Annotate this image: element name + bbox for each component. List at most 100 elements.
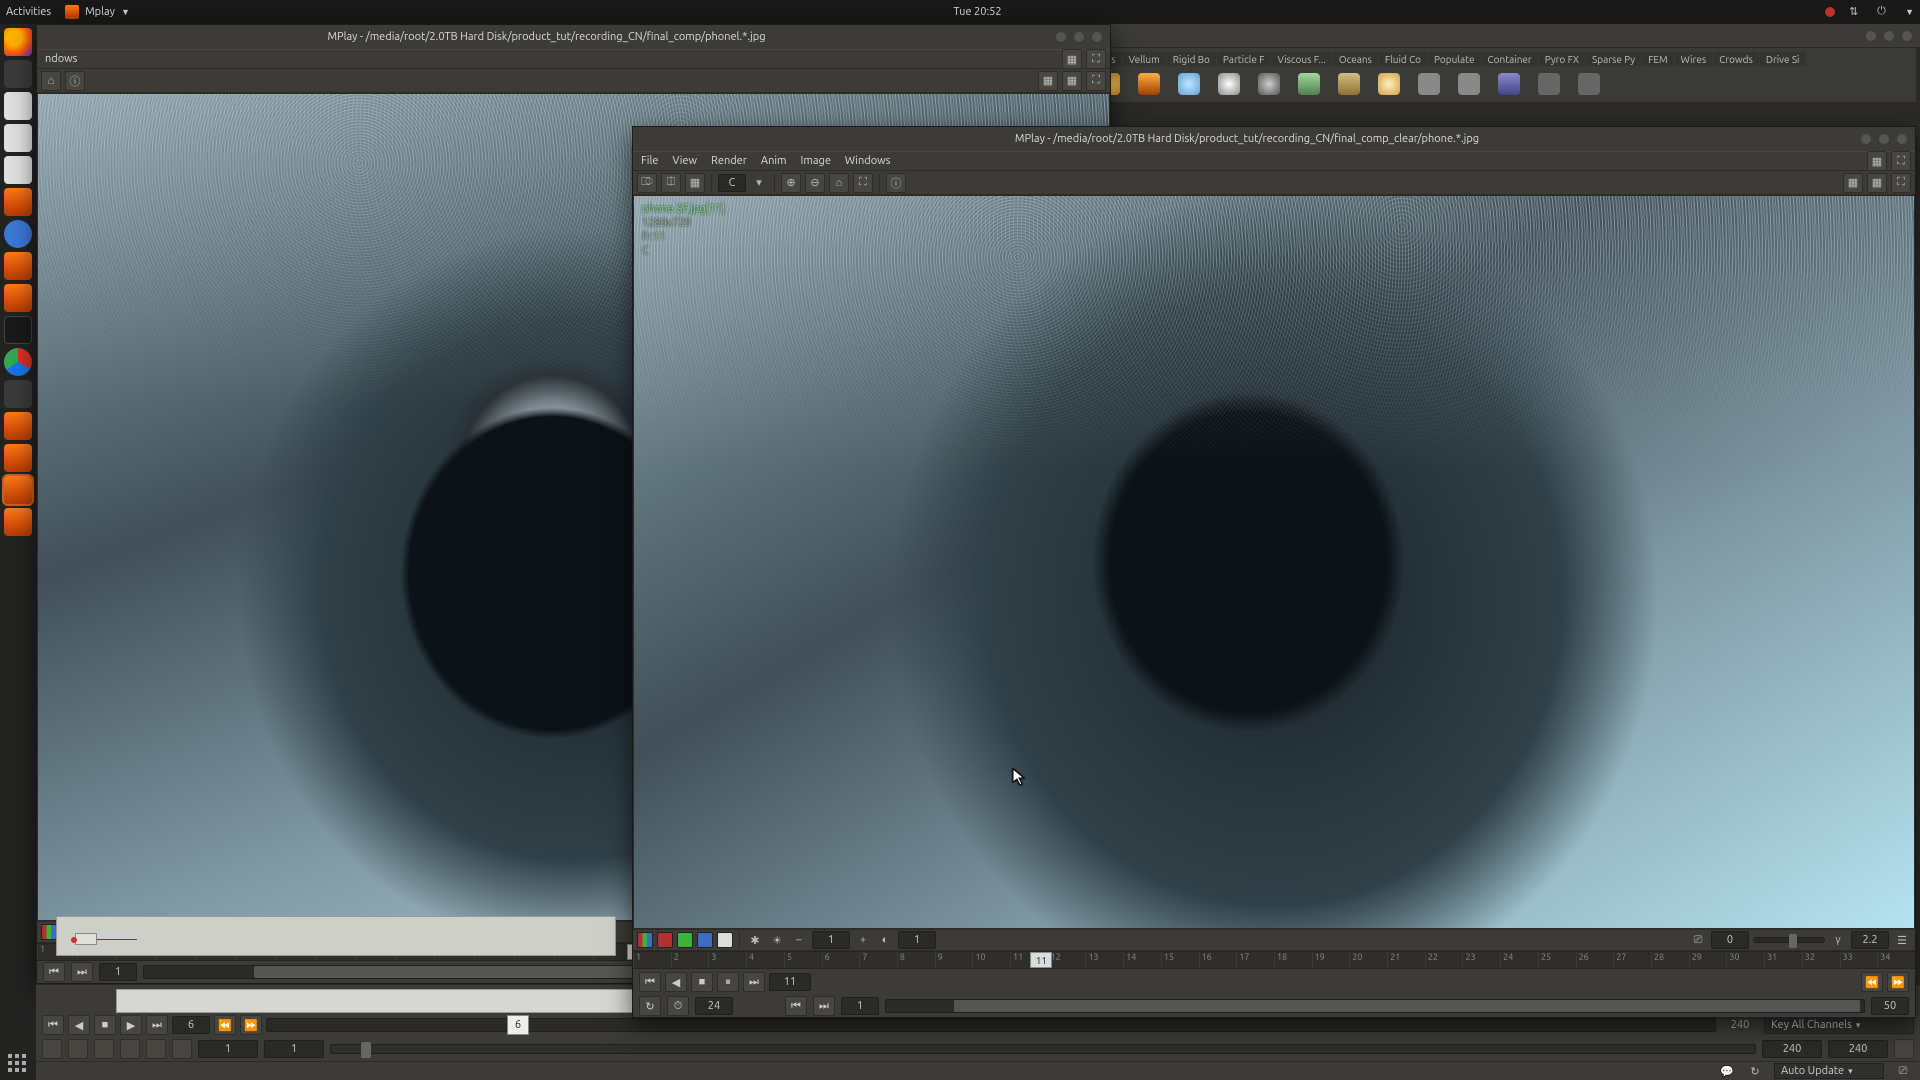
zoom-button[interactable]: ⊖ xyxy=(805,173,825,193)
menu-windows[interactable]: ndows xyxy=(45,53,77,65)
shelf-tab[interactable]: Fluid Co xyxy=(1379,52,1427,66)
sequence-button[interactable]: ⎄ xyxy=(637,173,657,193)
range-end-button[interactable]: ⏭ xyxy=(813,996,835,1016)
dock-app[interactable] xyxy=(4,188,32,216)
shelf-tab[interactable]: Wires xyxy=(1675,52,1713,66)
shelf-tab[interactable]: Particle F xyxy=(1217,52,1271,66)
menu-image[interactable]: Image xyxy=(801,155,831,167)
play-button[interactable]: ▶ xyxy=(120,1015,142,1035)
display-gamma-field[interactable]: 2.2 xyxy=(1851,931,1889,949)
info-button[interactable]: ⓘ xyxy=(886,173,906,193)
menu-file[interactable]: File xyxy=(641,155,658,167)
lut-slider[interactable] xyxy=(1753,937,1825,943)
realtime-button[interactable]: ⏱ xyxy=(667,996,689,1016)
play-reverse-button[interactable]: ◀ xyxy=(68,1015,90,1035)
timeline-marker[interactable]: 6 xyxy=(507,1015,529,1035)
dock-houdini[interactable] xyxy=(4,444,32,472)
window-titlebar[interactable]: MPlay - /media/root/2.0TB Hard Disk/prod… xyxy=(633,127,1915,151)
plus-icon[interactable]: + xyxy=(854,931,872,949)
options-button[interactable] xyxy=(146,1039,166,1059)
home-button[interactable]: ⌂ xyxy=(41,71,61,91)
dock-firefox[interactable] xyxy=(4,28,32,56)
dock-help[interactable] xyxy=(4,220,32,248)
range-start-button[interactable]: ⏮ xyxy=(785,996,807,1016)
key-channels-dropdown[interactable]: Key All Channels xyxy=(1764,1016,1914,1034)
clock[interactable]: Tue 20:52 xyxy=(130,6,1825,18)
lut-field[interactable]: 0 xyxy=(1711,931,1749,949)
frame-ruler[interactable]: 1234567891011121314151617181920212223242… xyxy=(633,951,1915,969)
step-forward-button[interactable]: ⏩ xyxy=(1887,972,1909,992)
range-slider[interactable] xyxy=(330,1044,1756,1054)
shelf-tab[interactable]: Oceans xyxy=(1333,52,1378,66)
channel-alpha-button[interactable] xyxy=(717,932,733,948)
range-start-field[interactable]: 1 xyxy=(198,1040,258,1058)
dock-text-editor[interactable] xyxy=(4,156,32,184)
fullscreen-button[interactable]: ⛶ xyxy=(1086,71,1106,91)
layout-button[interactable]: ▦ xyxy=(1062,49,1082,69)
options-button[interactable] xyxy=(42,1039,62,1059)
frame-marker[interactable]: 11 xyxy=(1030,952,1052,968)
dock-app[interactable] xyxy=(4,92,32,120)
step-back-button[interactable]: ⏪ xyxy=(1861,972,1883,992)
color-correction-button[interactable]: ▦ xyxy=(1038,71,1058,91)
shelf-tab[interactable]: Pyro FX xyxy=(1539,52,1585,66)
range-end-field[interactable]: 240 xyxy=(1762,1040,1822,1058)
shelf-tool-icon[interactable] xyxy=(1458,73,1480,95)
range-start-field[interactable]: 1 xyxy=(841,997,879,1015)
plane-select[interactable]: C xyxy=(718,174,746,192)
network-icon[interactable]: ⇅ xyxy=(1849,5,1863,19)
zoom-button[interactable]: ⊕ xyxy=(781,173,801,193)
current-frame-field[interactable]: 11 xyxy=(769,973,811,991)
menu-windows[interactable]: Windows xyxy=(845,155,891,167)
shelf-tool-icon[interactable] xyxy=(1498,73,1520,95)
menu-anim[interactable]: Anim xyxy=(761,155,787,167)
exposure-field[interactable]: 1 xyxy=(812,931,850,949)
range-slider[interactable] xyxy=(885,999,1865,1013)
dock-houdini[interactable] xyxy=(4,508,32,536)
gamma-toggle-icon[interactable]: γ xyxy=(1829,931,1847,949)
shelf-tab[interactable]: FEM xyxy=(1642,52,1674,66)
dock-houdini[interactable] xyxy=(4,284,32,312)
recording-indicator-icon[interactable] xyxy=(1825,7,1835,17)
color-correction-button[interactable]: ▦ xyxy=(1843,173,1863,193)
fps-field[interactable]: 24 xyxy=(695,997,733,1015)
timeline-slider[interactable]: 6 xyxy=(266,1018,1716,1032)
shelf-tool-icon[interactable] xyxy=(1578,73,1600,95)
brightness-icon[interactable]: ☀ xyxy=(768,931,786,949)
dock-houdini[interactable] xyxy=(4,252,32,280)
maximize-viewport-button[interactable]: ⛶ xyxy=(1086,49,1106,69)
current-frame-field[interactable]: 6 xyxy=(172,1016,210,1034)
settings-icon[interactable]: ☰ xyxy=(1893,931,1911,949)
gamma-field[interactable]: 1 xyxy=(898,931,936,949)
window-controls[interactable] xyxy=(1866,31,1912,41)
maximize-viewport-button[interactable]: ⛶ xyxy=(1891,151,1911,171)
grid-button[interactable]: ▦ xyxy=(1867,173,1887,193)
shelf-tool-icon[interactable] xyxy=(1298,73,1320,95)
info-button[interactable]: ⓘ xyxy=(65,71,85,91)
shelf-tab[interactable]: Viscous F... xyxy=(1271,52,1331,66)
range-end-field[interactable]: 50 xyxy=(1871,997,1909,1015)
shelf-tool-icon[interactable] xyxy=(1538,73,1560,95)
sequence-button[interactable]: ▦ xyxy=(685,173,705,193)
brightness-icon[interactable]: ✱ xyxy=(746,931,764,949)
dock-app[interactable] xyxy=(4,380,32,408)
home-button[interactable]: ⌂ xyxy=(829,173,849,193)
shelf-tool-icon[interactable] xyxy=(1138,73,1160,95)
first-frame-button[interactable]: ⏮ xyxy=(42,1015,64,1035)
play-reverse-button[interactable]: ◀ xyxy=(665,972,687,992)
menu-view[interactable]: View xyxy=(672,155,697,167)
channel-rgb-button[interactable] xyxy=(637,932,653,948)
dock-houdini[interactable] xyxy=(4,412,32,440)
houdini-network-strip[interactable] xyxy=(56,916,616,956)
power-icon[interactable]: ⏻ xyxy=(1877,5,1891,19)
dock-app[interactable] xyxy=(4,124,32,152)
fullscreen-button[interactable]: ⛶ xyxy=(1891,173,1911,193)
shelf-tab[interactable]: Container xyxy=(1482,52,1538,66)
range-end-button[interactable]: ⏭ xyxy=(71,962,93,982)
last-frame-button[interactable]: ⏭ xyxy=(146,1015,168,1035)
update-mode-dropdown[interactable]: Auto Update xyxy=(1774,1063,1884,1079)
refresh-icon[interactable]: ↻ xyxy=(1746,1062,1764,1080)
range-start-button[interactable]: ⏮ xyxy=(43,962,65,982)
dock-mplay[interactable] xyxy=(4,476,32,504)
lock-button[interactable] xyxy=(1894,1039,1914,1059)
